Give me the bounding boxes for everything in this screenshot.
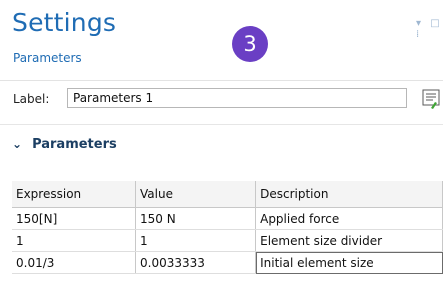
- edit-list-button[interactable]: [420, 88, 443, 110]
- value-cell: 1: [135, 229, 257, 252]
- label-input[interactable]: [67, 88, 407, 108]
- description-cell[interactable]: Initial element size: [255, 251, 443, 274]
- window-controls[interactable]: ▾ □ ⁞: [416, 18, 443, 40]
- expression-cell[interactable]: 1: [12, 229, 137, 252]
- settings-subtitle: Parameters: [13, 51, 82, 65]
- chevron-down-icon: ⌄: [12, 137, 23, 151]
- parameters-table: Expression Value Description 150[N] 150 …: [12, 181, 443, 274]
- expression-cell[interactable]: 0.01/3: [12, 251, 137, 274]
- header-divider: [0, 80, 443, 81]
- section-title: Parameters: [32, 137, 117, 152]
- description-cell[interactable]: Element size divider: [255, 229, 443, 252]
- column-header-expression[interactable]: Expression: [12, 181, 137, 208]
- table-header-row: Expression Value Description: [12, 181, 443, 208]
- column-header-value[interactable]: Value: [135, 181, 257, 208]
- settings-title: Settings: [12, 8, 117, 37]
- table-row[interactable]: 150[N] 150 N Applied force: [12, 207, 443, 230]
- parameters-section-header[interactable]: ⌄ Parameters: [12, 137, 117, 152]
- description-cell[interactable]: Applied force: [255, 207, 443, 230]
- table-row[interactable]: 1 1 Element size divider: [12, 229, 443, 252]
- label-caption: Label:: [13, 92, 50, 106]
- edit-list-icon: [422, 89, 440, 109]
- column-header-description[interactable]: Description: [255, 181, 443, 208]
- table-row[interactable]: 0.01/3 0.0033333 Initial element size: [12, 251, 443, 274]
- step-badge: 3: [232, 26, 268, 62]
- value-cell: 0.0033333: [135, 251, 257, 274]
- value-cell: 150 N: [135, 207, 257, 230]
- section-divider: [0, 124, 443, 125]
- expression-cell[interactable]: 150[N]: [12, 207, 137, 230]
